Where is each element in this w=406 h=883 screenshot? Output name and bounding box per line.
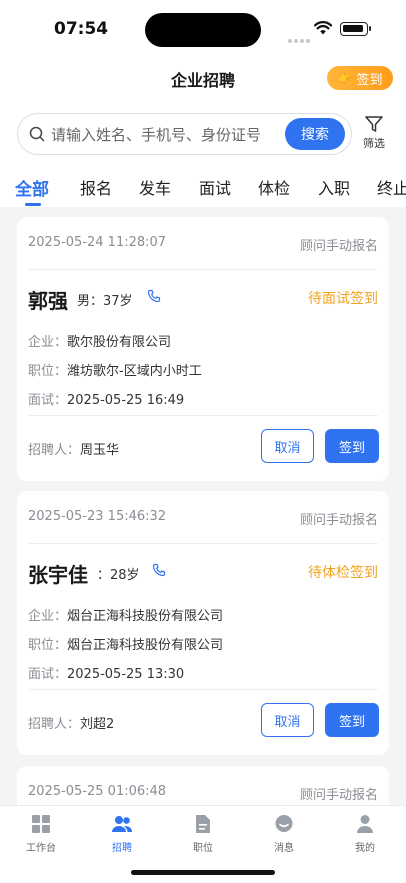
grid-icon <box>32 815 50 833</box>
tab-terminated[interactable]: 终止 <box>377 175 406 199</box>
interview-row: 面试：2025-05-25 16:49 <box>28 389 184 408</box>
position-value: 潍坊歌尔-区域内小时工 <box>67 364 202 379</box>
search-button[interactable]: 搜索 <box>285 118 345 150</box>
tabbar-label: 消息 <box>274 843 294 854</box>
card-source: 顾问手动报名 <box>299 239 378 254</box>
status-tabs: 全部 报名 发车 面试 体检 入职 终止 <box>0 175 406 205</box>
filter-label: 筛选 <box>363 137 385 150</box>
recruiter-row: 招聘人：刘超2 <box>28 713 114 732</box>
recruiter-value: 刘超2 <box>80 717 115 732</box>
company-value: 烟台正海科技股份有限公司 <box>67 609 224 624</box>
interview-value: 2025-05-25 13:30 <box>67 667 185 682</box>
card-source: 顾问手动报名 <box>299 513 378 528</box>
company-row: 企业：烟台正海科技股份有限公司 <box>28 605 223 624</box>
document-icon <box>196 815 210 833</box>
sign-in-button[interactable]: 签到 <box>325 429 379 463</box>
filter-button[interactable]: 筛选 <box>358 114 390 154</box>
users-icon <box>112 816 133 832</box>
tab-interview[interactable]: 面试 <box>199 175 231 199</box>
tab-depart[interactable]: 发车 <box>139 175 171 199</box>
tabbar-label: 工作台 <box>26 843 56 854</box>
candidate-name: 张宇佳 <box>28 563 88 587</box>
tab-apply[interactable]: 报名 <box>80 175 112 199</box>
tabbar-label: 招聘 <box>112 843 132 854</box>
checkin-button[interactable]: 👉 签到 <box>327 66 393 90</box>
tab-medical[interactable]: 体检 <box>258 175 290 199</box>
card-time: 2025-05-23 15:46:32 <box>28 509 167 524</box>
tab-all[interactable]: 全部 <box>15 175 49 200</box>
recruiter-row: 招聘人：周玉华 <box>28 439 119 458</box>
company-label: 企业： <box>28 335 68 350</box>
interview-row: 面试：2025-05-25 13:30 <box>28 663 184 682</box>
interview-label: 面试： <box>28 667 68 682</box>
tabbar-item-workbench[interactable]: 工作台 <box>11 814 71 854</box>
cancel-button[interactable]: 取消 <box>261 703 314 737</box>
company-value: 歌尔股份有限公司 <box>67 335 172 350</box>
signal-icon <box>288 28 312 43</box>
sign-in-button[interactable]: 签到 <box>325 703 379 737</box>
hand-icon: 👉 <box>337 71 353 85</box>
status-time: 07:54 <box>54 19 109 39</box>
tabbar-item-mine[interactable]: 我的 <box>335 814 395 854</box>
tabbar-item-recruit[interactable]: 招聘 <box>92 814 152 854</box>
divider <box>28 269 378 270</box>
tabbar-label: 职位 <box>193 843 213 854</box>
position-row: 职位：潍坊歌尔-区域内小时工 <box>28 360 202 379</box>
divider <box>28 689 378 690</box>
recruiter-label: 招聘人： <box>28 717 81 732</box>
recruiter-label: 招聘人： <box>28 443 81 458</box>
checkin-label: 签到 <box>356 72 383 88</box>
card-source: 顾问手动报名 <box>299 788 378 803</box>
dynamic-island <box>145 13 261 47</box>
phone-icon[interactable] <box>147 289 161 303</box>
tabbar-item-positions[interactable]: 职位 <box>173 814 233 854</box>
interview-label: 面试： <box>28 393 68 408</box>
cancel-button[interactable]: 取消 <box>261 429 314 463</box>
status-badge: 待体检签到 <box>308 565 378 581</box>
phone-icon[interactable] <box>152 563 166 577</box>
card-time: 2025-05-24 11:28:07 <box>28 235 167 250</box>
filter-icon <box>365 116 383 132</box>
candidate-name: 郭强 <box>28 289 68 313</box>
position-value: 烟台正海科技股份有限公司 <box>67 638 224 653</box>
divider <box>28 415 378 416</box>
candidate-card[interactable]: 2025-05-23 15:46:32 顾问手动报名 张宇佳 ：28岁 待体检签… <box>17 491 389 755</box>
candidate-card[interactable]: 2025-05-24 11:28:07 顾问手动报名 郭强 男：37岁 待面试签… <box>17 217 389 481</box>
card-time: 2025-05-25 01:06:48 <box>28 784 167 799</box>
search-input[interactable] <box>51 122 281 148</box>
battery-icon <box>340 22 371 36</box>
search-icon <box>29 126 45 142</box>
position-label: 职位： <box>28 364 68 379</box>
company-row: 企业：歌尔股份有限公司 <box>28 331 171 350</box>
company-label: 企业： <box>28 609 68 624</box>
tabbar-label: 我的 <box>355 843 375 854</box>
position-label: 职位： <box>28 638 68 653</box>
active-tab-indicator <box>25 203 41 206</box>
candidate-gender-age: 男：37岁 <box>77 294 133 309</box>
divider <box>28 543 378 544</box>
tabbar-item-messages[interactable]: 消息 <box>254 814 314 854</box>
top-area: 07:54 企业招聘 👉 签到 搜索 筛选 全部 报名 发车 面试 体检 入职 … <box>0 0 406 207</box>
wifi-icon <box>314 21 332 35</box>
interview-value: 2025-05-25 16:49 <box>67 393 185 408</box>
candidate-gender-age: ：28岁 <box>97 568 140 583</box>
candidate-card[interactable]: 2025-05-25 01:06:48 顾问手动报名 <box>17 766 389 805</box>
home-indicator <box>131 870 275 875</box>
candidate-list[interactable]: 2025-05-24 11:28:07 顾问手动报名 郭强 男：37岁 待面试签… <box>0 207 406 805</box>
person-icon <box>357 815 373 833</box>
recruiter-value: 周玉华 <box>80 443 120 458</box>
chat-icon <box>275 815 293 832</box>
status-badge: 待面试签到 <box>308 291 378 307</box>
tab-onboard[interactable]: 入职 <box>318 175 350 199</box>
position-row: 职位：烟台正海科技股份有限公司 <box>28 634 223 653</box>
